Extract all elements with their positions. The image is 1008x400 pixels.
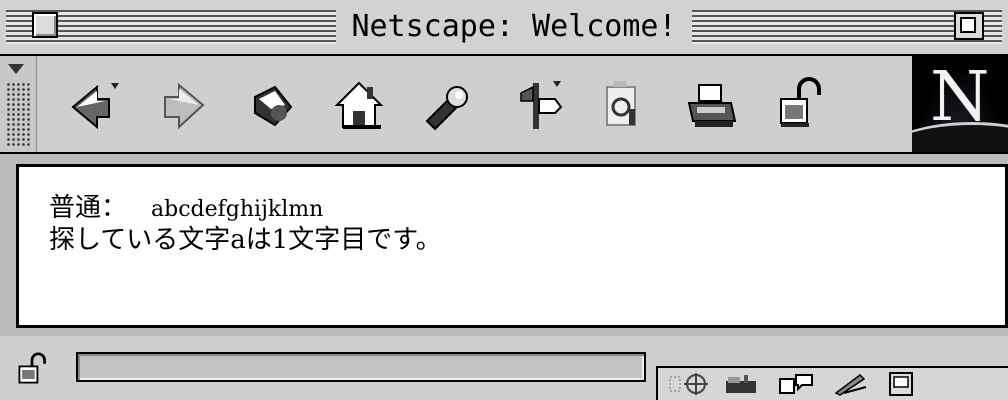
security-button[interactable]	[764, 70, 834, 140]
collapse-triangle-icon[interactable]	[8, 64, 24, 74]
close-box-button[interactable]	[32, 12, 58, 38]
discussion-component-button[interactable]	[774, 370, 818, 398]
page-content: 普通： abcdefghijklmn 探している文字aは1文字目です。	[16, 164, 1008, 328]
composer-component-button[interactable]	[828, 370, 872, 398]
back-arrow-icon	[71, 83, 119, 130]
padlock-icon	[18, 352, 46, 384]
line1-sample: abcdefghijklmn	[151, 197, 324, 222]
status-text-field	[76, 352, 646, 382]
reload-button[interactable]	[238, 70, 308, 140]
netscape-logo[interactable]: N	[912, 56, 1008, 152]
back-button[interactable]	[58, 70, 128, 140]
home-icon	[334, 81, 384, 129]
reload-icon	[254, 85, 293, 127]
navigator-component-button[interactable]	[666, 370, 710, 398]
component-toggle-button[interactable]	[882, 370, 926, 398]
print-button[interactable]	[676, 70, 746, 140]
component-bar	[656, 366, 1008, 400]
navigation-toolbar: N	[0, 56, 1008, 154]
images-icon	[606, 81, 636, 126]
flashlight-icon	[425, 86, 468, 131]
images-button[interactable]	[588, 70, 658, 140]
padlock-icon	[780, 77, 821, 127]
navigator-icon	[669, 373, 708, 395]
security-status-button[interactable]	[12, 350, 52, 390]
mailbox-icon	[726, 375, 756, 393]
toolbar-collapse-grip[interactable]	[0, 56, 37, 152]
content-line-1: 普通： abcdefghijklmn	[49, 193, 1005, 225]
line1-label: 普通：	[49, 193, 128, 223]
printer-icon	[687, 84, 737, 127]
composer-icon	[834, 374, 867, 396]
forward-button[interactable]	[148, 70, 218, 140]
forward-arrow-icon	[164, 82, 205, 130]
guide-button[interactable]	[502, 70, 572, 140]
logo-letter: N	[930, 58, 990, 137]
window-title: Netscape: Welcome!	[340, 6, 688, 50]
search-button[interactable]	[412, 70, 482, 140]
home-button[interactable]	[324, 70, 394, 140]
status-bar	[0, 336, 1008, 400]
zoom-box-button[interactable]	[954, 12, 984, 40]
toggle-icon	[889, 372, 913, 396]
grip-dots	[6, 82, 30, 146]
content-line-2: 探している文字aは1文字目です。	[49, 225, 442, 255]
signpost-icon	[520, 81, 563, 129]
mail-component-button[interactable]	[720, 370, 764, 398]
title-bar[interactable]: Netscape: Welcome!	[0, 0, 1008, 56]
discussion-icon	[779, 374, 813, 394]
